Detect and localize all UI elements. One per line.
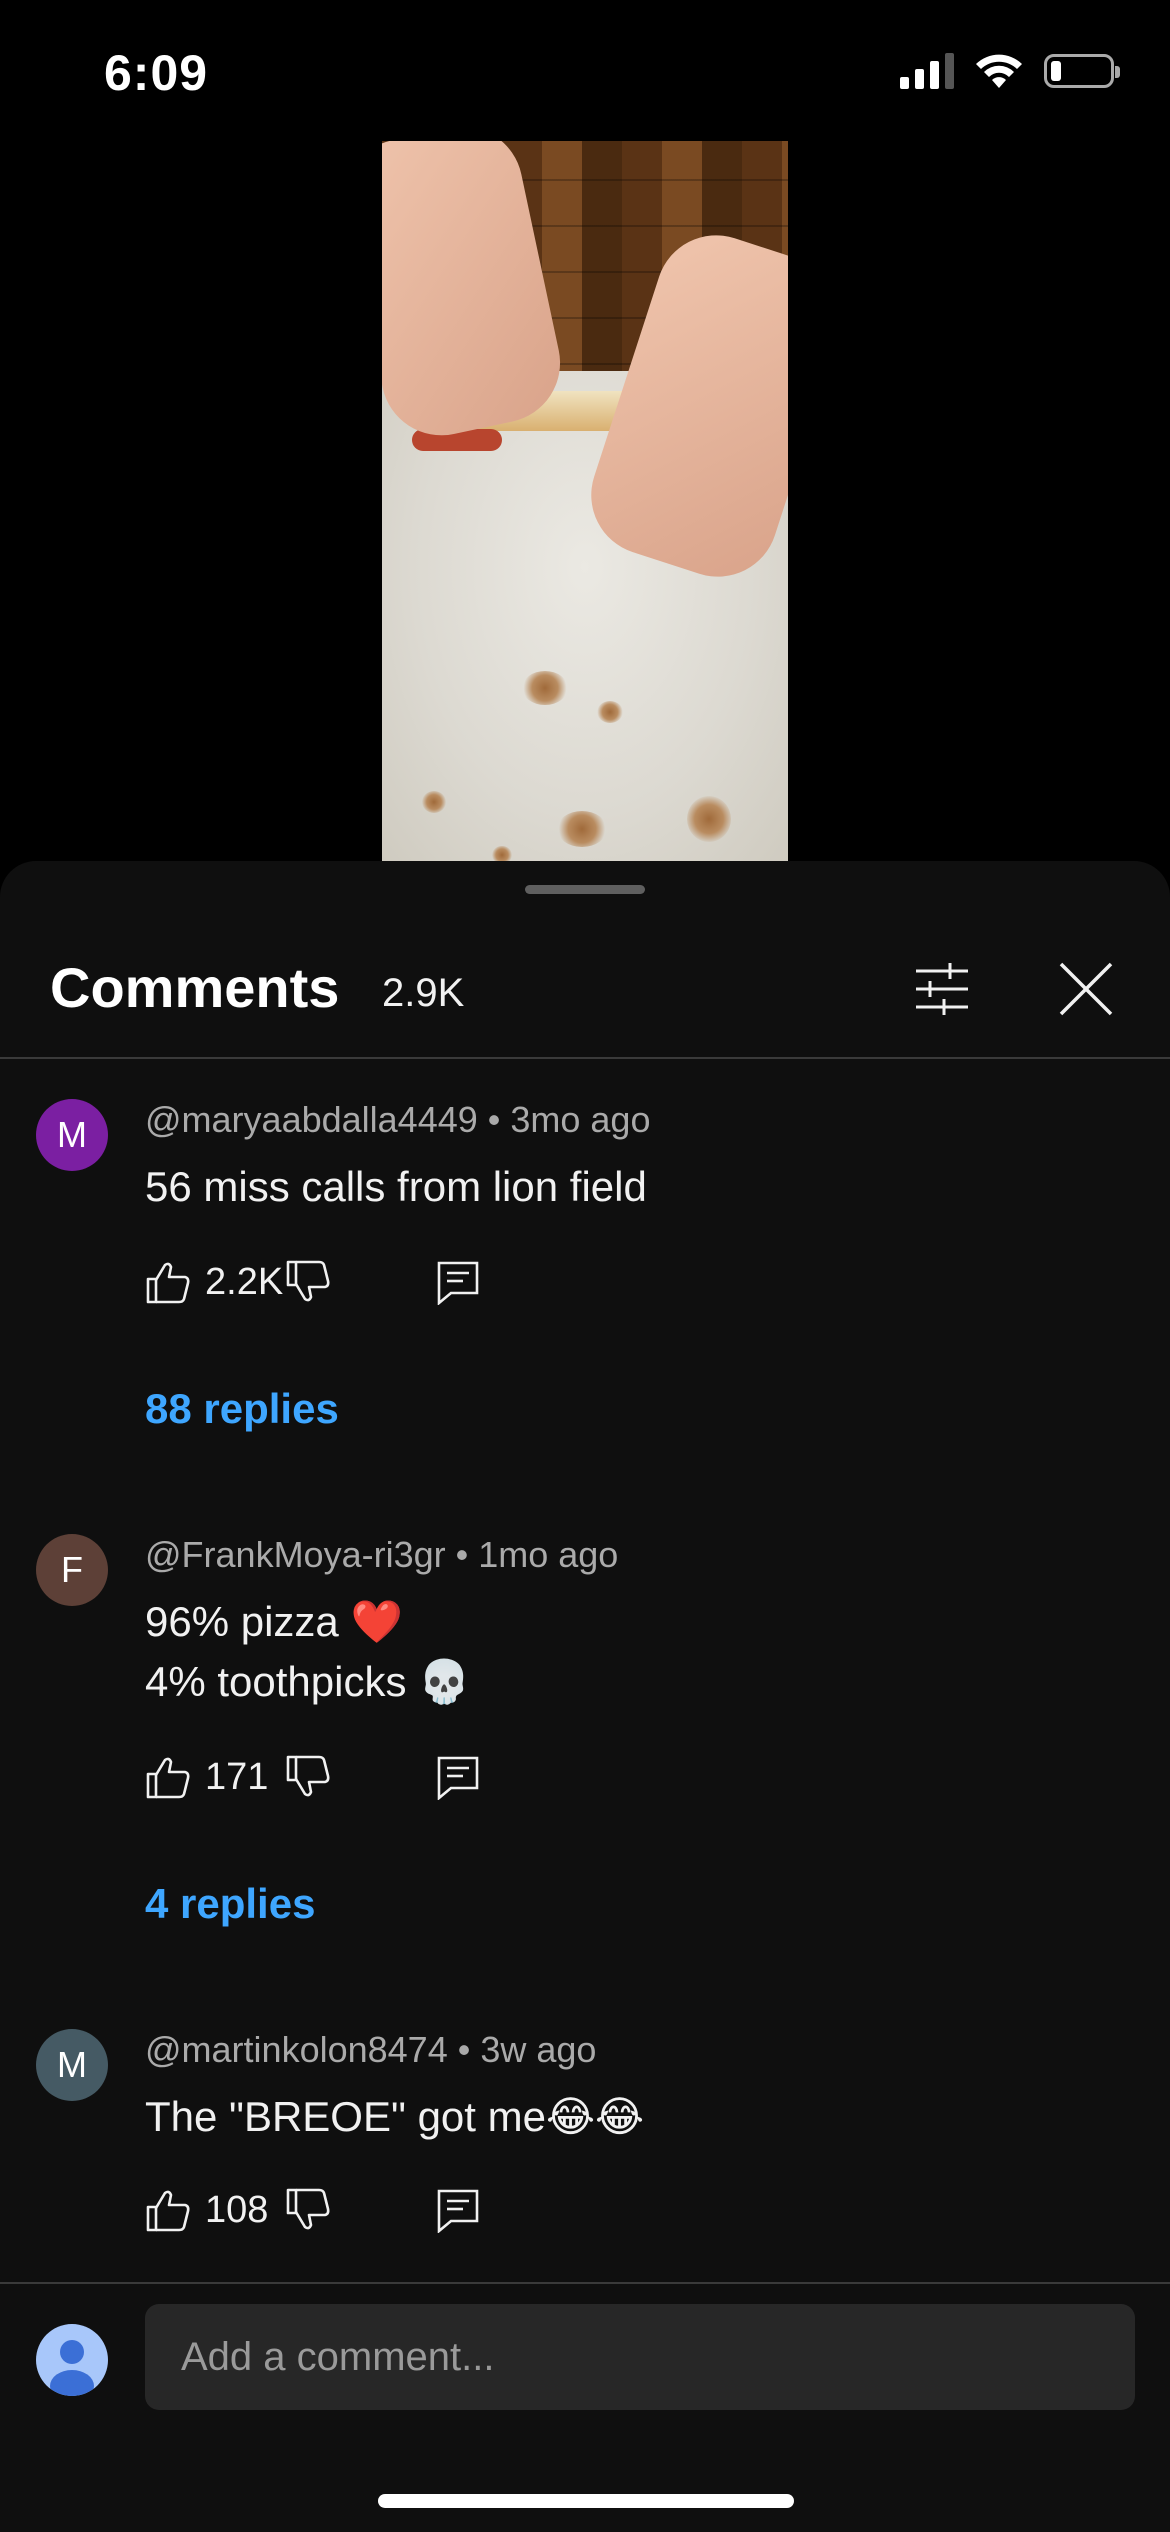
replies-button[interactable]: 88 replies: [145, 1385, 339, 1433]
add-comment-input[interactable]: [145, 2304, 1135, 2410]
avatar[interactable]: M: [36, 2029, 108, 2101]
status-time: 6:09: [104, 45, 209, 101]
comments-header: Comments 2.9K: [0, 931, 1170, 1059]
comment-meta: @maryaabdalla4449 • 3mo ago: [145, 1099, 651, 1140]
like-count: 108: [205, 2188, 269, 2231]
thumb-down-icon[interactable]: [285, 1259, 331, 1305]
close-icon[interactable]: [1056, 959, 1116, 1019]
sliders-icon[interactable]: [912, 959, 972, 1019]
comment-reply-icon[interactable]: [435, 1754, 481, 1800]
battery-icon: [1044, 54, 1120, 88]
comment-reply-icon[interactable]: [435, 2187, 481, 2233]
like-count: 171: [205, 1755, 269, 1798]
comment-text: The "BREOE" got me😂😂: [145, 2087, 644, 2147]
avatar[interactable]: F: [36, 1534, 108, 1606]
thumb-up-icon[interactable]: [145, 2187, 191, 2233]
comment-meta: @FrankMoya-ri3gr • 1mo ago: [145, 1534, 619, 1575]
comment-line: 4% toothpicks 💀: [145, 1658, 471, 1705]
signal-icon: [900, 53, 954, 89]
thumb-up-icon[interactable]: [145, 1259, 191, 1305]
like-count: 2.2K: [205, 1260, 284, 1303]
home-indicator[interactable]: [378, 2494, 794, 2508]
comment-meta: @martinkolon8474 • 3w ago: [145, 2029, 597, 2070]
comment-text: 56 miss calls from lion field: [145, 1157, 647, 1217]
wifi-icon: [976, 54, 1022, 88]
person-icon: [50, 2340, 94, 2396]
comment-actions: 2.2K: [145, 1257, 481, 1307]
comment-line: The "BREOE" got me😂😂: [145, 2093, 645, 2140]
comment-line: 96% pizza ❤️: [145, 1598, 403, 1645]
comment-actions: 108: [145, 2185, 481, 2235]
comments-title: Comments: [50, 956, 340, 1019]
status-icons: [900, 52, 1120, 90]
drag-handle[interactable]: [525, 885, 645, 894]
comment-line: 56 miss calls from lion field: [145, 1163, 647, 1210]
video-player[interactable]: [382, 141, 788, 861]
comments-count: 2.9K: [382, 971, 465, 1015]
battery-fill: [1051, 61, 1061, 81]
thumb-up-icon[interactable]: [145, 1754, 191, 1800]
replies-button[interactable]: 4 replies: [145, 1880, 315, 1928]
thumb-down-icon[interactable]: [285, 1754, 331, 1800]
comment-reply-icon[interactable]: [435, 1259, 481, 1305]
comment-actions: 171: [145, 1752, 481, 1802]
thumb-down-icon[interactable]: [285, 2187, 331, 2233]
status-bar: 6:09: [0, 0, 1170, 140]
comment-text: 96% pizza ❤️ 4% toothpicks 💀: [145, 1592, 470, 1712]
avatar[interactable]: M: [36, 1099, 108, 1171]
user-avatar[interactable]: [36, 2324, 108, 2396]
